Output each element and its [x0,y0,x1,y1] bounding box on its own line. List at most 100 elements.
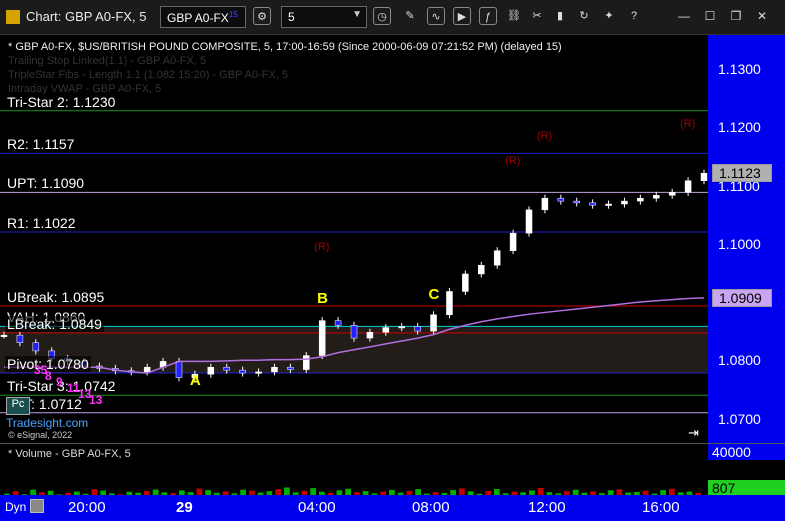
candle-body-44 [700,172,708,181]
symbol-value: GBP A0-FX [167,11,229,25]
price-tick-5: 1.0800 [718,352,761,369]
chart-header-study-2: TripleStar Fibs - Length 1.1 (1.082 15:2… [8,69,289,81]
candle-body-17 [271,366,278,373]
clock-icon[interactable]: ◷ [373,7,391,25]
link-chain-icon[interactable]: ⛓ [505,7,523,25]
candle-body-38 [605,203,612,206]
level-label-1: R2: 1.1157 [5,136,77,153]
candle-body-31 [493,250,501,266]
volume-axis: 40000 807 [708,443,785,496]
level-label-6: LBreak: 1.0849 [5,315,104,332]
vwap-price-marker: 1.0909 [712,288,772,307]
time-tick-4: 12:00 [528,499,566,516]
candle-body-42 [668,192,676,196]
scroll-to-end-icon[interactable]: ⇥ [688,425,699,441]
candle-body-40 [637,197,644,202]
candle-body-24 [382,327,390,333]
candle-body-26 [414,326,421,332]
candle-body-37 [589,202,596,206]
interval-dropdown-icon[interactable]: ▼ [352,9,362,20]
chart-header-study-1: Trailing Stop Linked(1.1) - GBP A0-FX, 5 [8,55,207,67]
candle-body-0 [0,334,8,337]
restore-button[interactable]: ❐ [727,8,745,24]
level-label-2: UPT: 1.1090 [5,175,87,192]
pencil-draw-icon[interactable]: ✎ [401,7,419,25]
candle-body-20 [318,320,326,356]
time-tick-1: 29 [176,499,193,516]
window-title: Chart: GBP A0-FX, 5 [26,9,147,24]
refresh-icon[interactable]: ↻ [575,7,593,25]
reversal-marker-0: (R) [314,240,330,253]
time-axis[interactable]: Dyn 20:00 29 04:00 08:00 12:00 16:00 [0,495,785,521]
candle-body-32 [509,232,517,251]
price-tick-6: 1.0700 [718,410,761,427]
price-tick-3: 1.1000 [718,235,761,252]
candle-body-34 [541,197,549,211]
link-break-icon[interactable]: ✂ [528,7,546,25]
candle-body-22 [350,325,358,339]
volume-current-marker: 807 [708,480,785,496]
candle-body-33 [525,209,533,234]
price-chart[interactable]: * GBP A0-FX, $US/BRITISH POUND COMPOSITE… [0,35,708,443]
time-tick-0: 20:00 [68,499,106,516]
volume-axis-top: 40000 [708,444,785,460]
time-tick-3: 08:00 [412,499,450,516]
reversal-marker-2: (R) [536,130,553,142]
interval-value: 5 [288,10,295,24]
bookmark-icon[interactable]: ▮ [551,7,569,25]
count-marker-2: 9 [56,375,63,389]
level-label-4: UBreak: 1.0895 [5,289,107,306]
maximize-button[interactable]: ☐ [701,8,719,24]
candle-body-30 [478,264,485,275]
copyright-label: © eSignal, 2022 [8,430,73,440]
volume-pane[interactable]: * Volume - GBP A0-FX, 5 [0,443,708,496]
app-icon [6,10,20,24]
count-marker-5: 13 [89,393,103,407]
help-icon[interactable]: ? [625,7,643,25]
pattern-label-c: C [428,286,440,304]
chart-header-symbol: * GBP A0-FX, $US/BRITISH POUND COMPOSITE… [8,41,562,53]
reversal-marker-1: (R) [505,155,521,168]
formula-icon[interactable]: ƒ [479,7,497,25]
candle-body-11 [175,361,183,378]
pc-badge[interactable]: Pc [6,397,30,415]
pattern-label-a: A [189,371,201,389]
candle-body-15 [239,369,246,374]
tradesight-watermark: Tradesight.com [6,416,89,430]
play-replay-icon[interactable]: ▶ [453,7,471,25]
time-tick-5: 16:00 [642,499,680,516]
candle-body-29 [462,273,469,292]
symbol-delay: 15 [228,10,238,19]
candle-body-16 [255,371,262,374]
line-study-icon[interactable]: ∿ [427,7,445,25]
candle-body-25 [398,326,405,329]
pattern-label-b: B [317,290,329,308]
price-axis[interactable]: 1.13001.12001.11001.10001.09001.08001.07… [708,35,785,443]
close-button[interactable]: ✕ [753,8,771,24]
level-label-3: R1: 1.1022 [5,215,78,231]
minimize-button[interactable]: — [675,8,693,24]
candle-body-19 [303,355,310,370]
volume-label: * Volume - GBP A0-FX, 5 [8,448,131,460]
candle-body-39 [621,200,628,205]
price-tick-1: 1.1200 [718,119,761,136]
settings-gear-icon[interactable]: ⚙ [253,7,271,25]
candle-body-2 [32,342,40,352]
candle-body-1 [16,334,24,343]
current-price-marker: 1.1123 [712,164,772,183]
dyn-label: Dyn [5,500,27,514]
count-marker-1: 8 [45,369,52,383]
level-label-0: Tri-Star 2: 1.1230 [5,93,118,110]
calendar-icon[interactable] [30,499,44,513]
time-tick-2: 04:00 [298,499,336,516]
candle-body-21 [334,320,342,326]
window-titlebar: Chart: GBP A0-FX, 5 GBP A0-FX15 ⚙ 5 ▼ ◷ … [0,0,785,35]
candle-body-23 [366,332,374,339]
interval-input[interactable]: 5 ▼ [281,6,367,28]
candle-body-13 [207,366,215,375]
symbol-input[interactable]: GBP A0-FX15 [160,6,246,28]
candle-body-43 [684,180,692,193]
candle-body-9 [143,366,151,373]
candle-body-35 [557,197,565,202]
twitter-icon[interactable]: ✦ [600,7,618,25]
